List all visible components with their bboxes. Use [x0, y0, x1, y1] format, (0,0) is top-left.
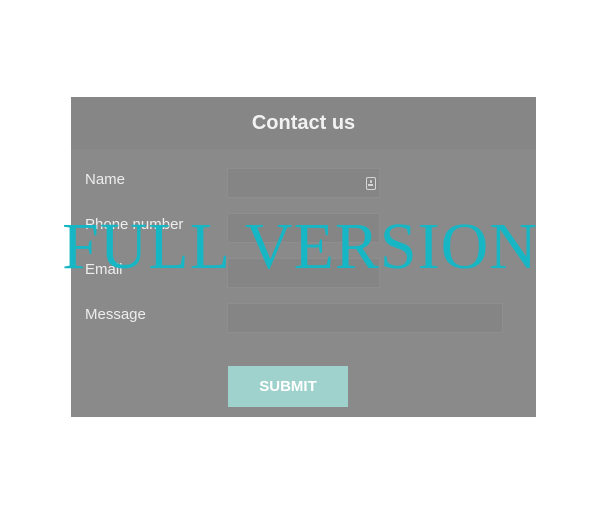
message-label: Message [85, 306, 146, 323]
contact-form: Contact us Name Phone number Email Messa… [71, 97, 536, 417]
page: Contact us Name Phone number Email Messa… [0, 0, 600, 522]
submit-button[interactable]: SUBMIT [228, 366, 348, 407]
phone-number-input[interactable] [227, 213, 380, 243]
name-input[interactable] [227, 168, 380, 198]
phone-number-label: Phone number [85, 216, 184, 233]
name-label: Name [85, 171, 126, 188]
form-body: Name Phone number Email Message SUBMIT [71, 149, 536, 417]
email-input[interactable] [227, 258, 380, 288]
contact-card-icon [366, 177, 376, 190]
email-label: Email [85, 261, 123, 278]
message-input[interactable] [227, 303, 503, 333]
form-title: Contact us [71, 97, 536, 149]
